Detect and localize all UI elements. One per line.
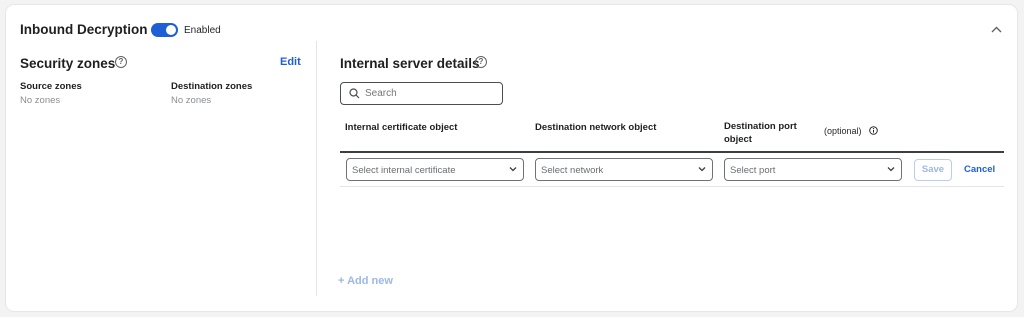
- inbound-decryption-card: Inbound Decryption Enabled Security zone…: [6, 5, 1017, 311]
- section-title: Inbound Decryption: [20, 22, 148, 37]
- source-zones-value: No zones: [20, 95, 61, 106]
- search-field[interactable]: [340, 82, 503, 105]
- panel-divider: [316, 41, 317, 296]
- network-select-placeholder: Select network: [541, 165, 604, 176]
- add-new-button[interactable]: + Add new: [338, 275, 393, 287]
- security-zones-title: Security zones: [20, 56, 116, 71]
- chevron-down-icon: [887, 167, 895, 172]
- optional-label: (optional): [824, 126, 862, 136]
- save-button[interactable]: Save: [914, 159, 952, 181]
- cancel-button[interactable]: Cancel: [964, 164, 995, 175]
- help-circle-icon[interactable]: ?: [475, 56, 487, 68]
- column-header-network: Destination network object: [535, 122, 657, 133]
- column-header-certificate: Internal certificate object: [345, 122, 458, 133]
- row-divider: [340, 186, 1004, 187]
- certificate-select[interactable]: Select internal certificate: [346, 158, 524, 181]
- search-input[interactable]: [365, 86, 495, 100]
- edit-zones-link[interactable]: Edit: [280, 56, 301, 68]
- chevron-down-icon: [698, 167, 706, 172]
- port-select-placeholder: Select port: [730, 165, 776, 176]
- internal-server-title: Internal server details: [340, 56, 480, 71]
- port-select[interactable]: Select port: [724, 158, 902, 181]
- toggle-label: Enabled: [184, 25, 221, 36]
- chevron-down-icon: [509, 167, 517, 172]
- toggle-knob: [166, 25, 176, 35]
- table-header-rule: [340, 151, 1004, 153]
- destination-zones-value: No zones: [171, 95, 212, 106]
- column-header-port: Destination port object: [724, 121, 797, 145]
- certificate-select-placeholder: Select internal certificate: [352, 165, 456, 176]
- chevron-up-icon[interactable]: [991, 26, 1002, 33]
- info-icon[interactable]: [869, 126, 878, 135]
- search-icon: [349, 88, 360, 99]
- source-zones-label: Source zones: [20, 81, 82, 92]
- help-circle-icon[interactable]: ?: [115, 56, 127, 68]
- network-select[interactable]: Select network: [535, 158, 713, 181]
- destination-zones-label: Destination zones: [171, 81, 253, 92]
- enabled-toggle[interactable]: [151, 23, 178, 37]
